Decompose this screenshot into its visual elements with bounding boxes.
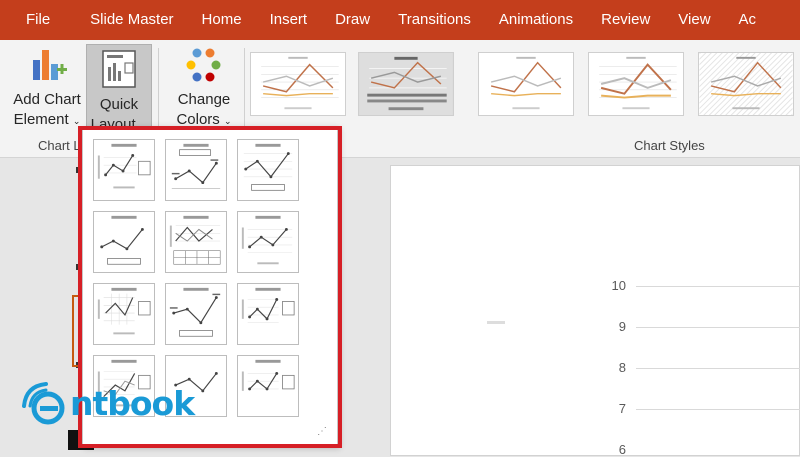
watermark-logo: ntbook [18, 376, 195, 428]
color-palette-icon [184, 44, 224, 84]
layout-6-preview [241, 215, 293, 265]
chart-style-5[interactable] [698, 52, 794, 116]
quick-layout-option-4[interactable] [93, 211, 155, 273]
add-chart-element-button[interactable]: Add Chart Element ⌄ [8, 44, 86, 131]
chevron-down-icon: ⌄ [223, 116, 232, 126]
quick-layout-icon [99, 49, 139, 89]
add-chart-element-icon [27, 44, 67, 84]
layout-2-preview [171, 143, 221, 189]
layout-1-preview [97, 143, 151, 189]
layout-4-preview [100, 215, 144, 265]
chart-style-4[interactable] [588, 52, 684, 116]
add-chart-element-label-2: Element [13, 111, 69, 128]
tab-acrobat[interactable]: Ac [725, 0, 771, 40]
chart-layouts-group-label: Chart L [38, 138, 81, 153]
quick-layout-option-5[interactable] [165, 211, 227, 273]
chart-style-1[interactable] [250, 52, 346, 116]
y-tick-label: 7 [618, 401, 626, 416]
tab-slide-master[interactable]: Slide Master [76, 0, 187, 40]
quick-layout-label-1: Quick [99, 96, 139, 113]
resize-grip-icon[interactable]: ⋰ [317, 426, 327, 437]
placeholder-mark [487, 321, 505, 324]
watermark-text: ntbook [70, 384, 195, 423]
tab-insert[interactable]: Insert [256, 0, 322, 40]
quick-layout-option-12[interactable] [237, 355, 299, 417]
y-tick-label: 9 [618, 319, 626, 334]
gridline [636, 327, 800, 328]
chart-styles-group-label: Chart Styles [634, 138, 705, 153]
y-tick-label: 8 [618, 360, 626, 375]
layout-12-preview [241, 359, 295, 391]
add-chart-element-label-1: Add Chart [13, 91, 81, 108]
chart-style-4-preview [599, 56, 677, 110]
quick-layout-option-2[interactable] [165, 139, 227, 201]
layout-9-preview [241, 287, 295, 323]
tab-transitions[interactable]: Transitions [384, 0, 485, 40]
tab-review[interactable]: Review [587, 0, 664, 40]
layout-3-preview [243, 143, 293, 191]
quick-layout-option-3[interactable] [237, 139, 299, 201]
gridline [636, 286, 800, 287]
chart-style-1-preview [261, 56, 339, 110]
ribbon-tab-bar: File Slide Master Home Insert Draw Trans… [0, 0, 800, 40]
quick-layout-option-9[interactable] [237, 283, 299, 345]
tab-animations[interactable]: Animations [485, 0, 587, 40]
chevron-down-icon: ⌄ [72, 116, 81, 126]
change-colors-label-1: Change [177, 91, 231, 108]
chart-style-2[interactable] [358, 52, 454, 116]
tab-file[interactable]: File [0, 0, 76, 40]
quick-layout-button[interactable]: Quick Layout ⌄ [86, 44, 152, 138]
quick-layout-option-6[interactable] [237, 211, 299, 273]
chart-style-2-preview [359, 53, 453, 115]
tab-draw[interactable]: Draw [321, 0, 384, 40]
chart-style-3[interactable] [478, 52, 574, 116]
tab-home[interactable]: Home [188, 0, 256, 40]
gridline [636, 368, 800, 369]
layout-5-preview [169, 215, 221, 265]
slide-canvas[interactable]: 10 9 8 7 6 [390, 165, 800, 457]
ntbook-logo-icon [22, 382, 65, 425]
y-tick-label: 10 [611, 278, 626, 293]
layout-7-preview [97, 287, 151, 335]
quick-layout-option-7[interactable] [93, 283, 155, 345]
chart-style-3-preview [490, 56, 562, 110]
tab-view[interactable]: View [664, 0, 724, 40]
layout-8-preview [169, 287, 221, 337]
chart-style-5-preview [699, 53, 793, 115]
change-colors-button[interactable]: Change Colors ⌄ [166, 44, 242, 131]
quick-layout-option-1[interactable] [93, 139, 155, 201]
quick-layout-option-8[interactable] [165, 283, 227, 345]
gridline [636, 409, 800, 410]
